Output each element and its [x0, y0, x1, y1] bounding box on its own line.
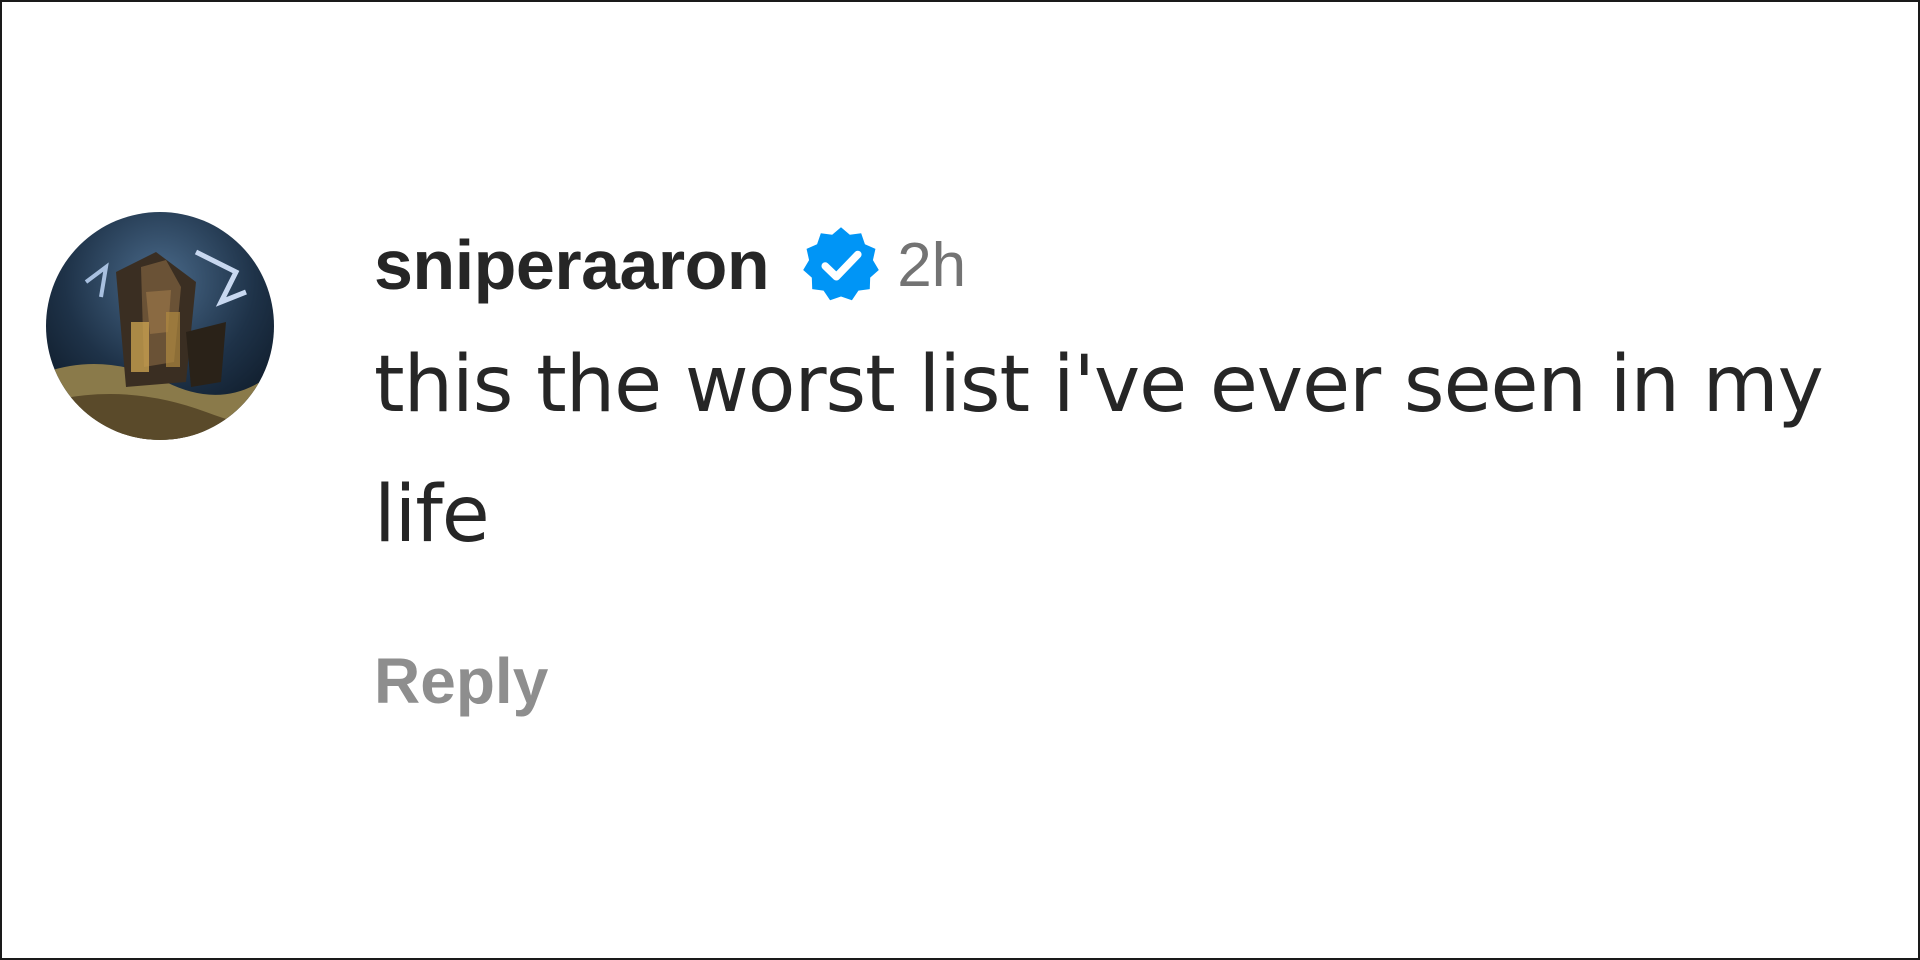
comment-screenshot: sniperaaron 2h this the worst list i've …	[0, 0, 1920, 960]
comment-timestamp[interactable]: 2h	[897, 230, 966, 301]
username-link[interactable]: sniperaaron	[374, 225, 770, 305]
comment-item: sniperaaron 2h this the worst list i've …	[46, 210, 1920, 718]
verified-check-icon	[799, 223, 883, 307]
avatar-image	[46, 212, 274, 440]
reply-button[interactable]: Reply	[374, 644, 1920, 718]
comment-text: this the worst list i've ever seen in my…	[374, 340, 1824, 560]
comment-body: sniperaaron 2h this the worst list i've …	[374, 210, 1920, 718]
avatar[interactable]	[46, 212, 274, 440]
comment-header: sniperaaron 2h	[374, 210, 1920, 320]
